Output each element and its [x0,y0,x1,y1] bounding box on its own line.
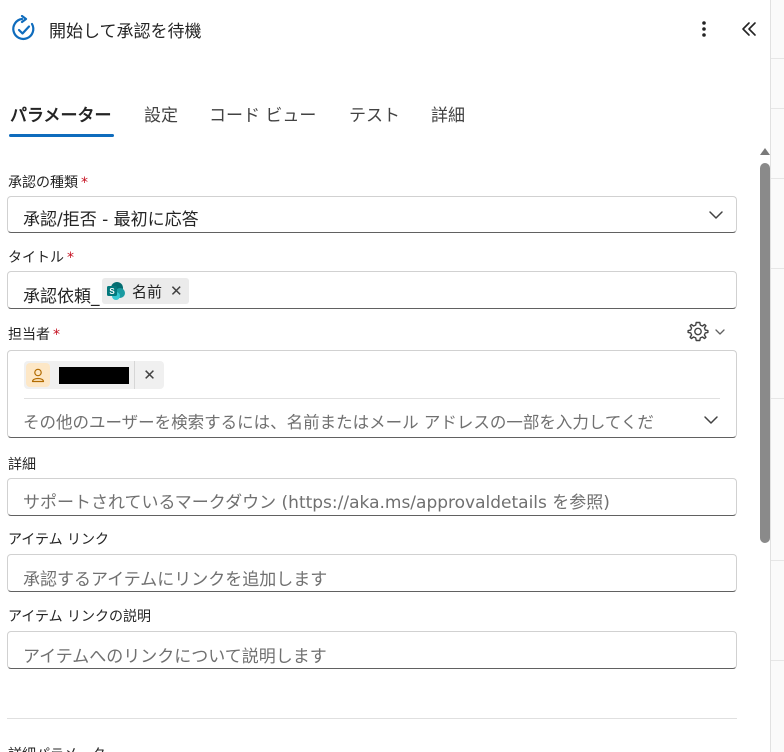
person-chip[interactable]: ✕ [24,361,164,389]
chevron-down-icon [715,329,725,335]
tab-code-view[interactable]: コード ビュー [209,101,316,126]
assignee-label: 担当者 * [8,327,60,343]
details-label: 詳細 [8,457,36,473]
person-icon [31,368,45,383]
panel-header: 開始して承認を待機 [0,0,770,60]
approval-type-label: 承認の種類 * [8,175,88,191]
active-tab-indicator [9,134,114,137]
approval-type-value: 承認/拒否 - 最初に応答 [23,210,199,230]
chevron-down-icon [709,211,723,219]
chevron-down-icon [704,416,718,424]
token-remove-icon[interactable]: ✕ [170,282,183,300]
assignee-search-placeholder[interactable]: その他のユーザーを検索するには、名前またはメール アドレスの一部を入力してくだ [23,409,654,433]
token-label: 名前 [132,282,163,301]
required-marker: * [81,175,88,191]
required-marker: * [67,250,74,266]
item-link-placeholder: 承認するアイテムにリンクを追加します [23,570,328,590]
assignee-people-picker[interactable]: ✕ その他のユーザーを検索するには、名前またはメール アドレスの一部を入力してく… [7,350,737,438]
required-marker: * [53,327,60,343]
more-vertical-icon [702,21,706,37]
title-label: タイトル * [8,250,74,266]
item-link-input[interactable]: 承認するアイテムにリンクを追加します [7,554,737,592]
close-icon: ✕ [143,366,156,384]
canvas-edge [770,0,784,752]
scroll-up-arrow[interactable] [760,148,770,155]
approval-type-dropdown[interactable]: 承認/拒否 - 最初に応答 [7,196,737,233]
item-link-label: アイテム リンク [8,532,110,548]
tab-details[interactable]: 詳細 [431,101,465,126]
assignee-settings-button[interactable] [686,320,732,344]
avatar [26,363,50,387]
item-link-desc-placeholder: アイテムへのリンクについて説明します [23,647,327,667]
panel-title: 開始して承認を待機 [49,22,202,42]
section-divider [7,718,737,719]
item-link-desc-label: アイテム リンクの説明 [8,609,152,625]
tab-bar: パラメーター 設定 コード ビュー テスト 詳細 [0,96,600,140]
advanced-parameters-label[interactable]: 詳細パラメーター [8,744,120,752]
sharepoint-icon: S [107,282,125,300]
remove-person-button[interactable]: ✕ [134,361,164,389]
title-input[interactable]: 承認依頼_ S 名前 ✕ [7,271,737,309]
dynamic-content-token[interactable]: S 名前 ✕ [102,278,189,304]
gear-icon [687,321,709,342]
details-placeholder: サポートされているマークダウン (https://aka.ms/approval… [23,493,610,513]
collapse-panel-button[interactable] [736,16,762,42]
tab-parameters[interactable]: パラメーター [10,101,112,126]
item-link-desc-input[interactable]: アイテムへのリンクについて説明します [7,631,737,669]
title-prefix-text: 承認依頼_ [23,287,100,307]
more-options-button[interactable] [692,16,716,42]
approval-refresh-icon [12,15,35,41]
details-input[interactable]: サポートされているマークダウン (https://aka.ms/approval… [7,478,737,516]
tab-test[interactable]: テスト [349,101,400,126]
redacted-name [59,367,129,384]
tab-settings[interactable]: 設定 [144,101,178,126]
svg-text:S: S [109,287,115,296]
chevron-double-left-icon [742,22,756,36]
picker-divider [24,398,720,399]
scrollbar-thumb[interactable] [760,163,770,543]
